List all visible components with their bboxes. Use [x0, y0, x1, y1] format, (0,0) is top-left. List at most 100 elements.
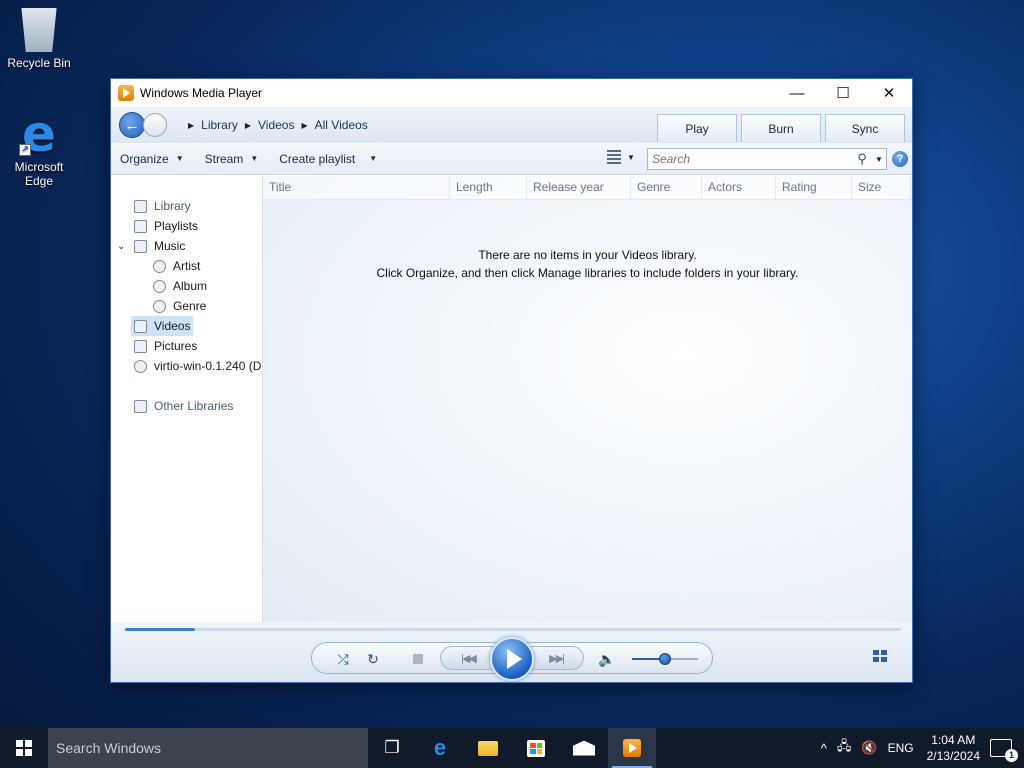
navigation-bar: ← ▶ Library ▶ Videos ▶ All Videos Play B…: [111, 107, 912, 143]
play-button[interactable]: [490, 637, 534, 681]
sidebar-item-label: virtio-win-0.1.240 (D: [154, 359, 262, 373]
create-playlist-menu[interactable]: Create playlist ▼: [279, 152, 377, 166]
tab-sync[interactable]: Sync: [825, 114, 905, 142]
breadcrumb-separator-icon: ▶: [188, 120, 195, 130]
next-button[interactable]: ▶▶|: [528, 646, 584, 670]
column-rating[interactable]: Rating: [776, 176, 852, 199]
stream-menu[interactable]: Stream ▼: [205, 152, 259, 166]
genre-icon: [153, 299, 166, 313]
volume-slider-thumb[interactable]: [659, 653, 671, 665]
store-icon: [527, 739, 545, 757]
sidebar-item-label: Pictures: [154, 339, 198, 353]
dropdown-arrow-icon: ▼: [250, 154, 259, 163]
back-arrow-icon: ←: [124, 116, 140, 134]
show-hidden-icons-chevron-icon[interactable]: ^: [821, 741, 827, 756]
desktop-icon-edge[interactable]: e ↗ Microsoft Edge: [1, 109, 77, 188]
forward-button[interactable]: [143, 113, 167, 137]
maximize-button[interactable]: ☐: [820, 79, 866, 107]
desktop-icon-recycle-bin[interactable]: Recycle Bin: [1, 8, 77, 70]
breadcrumb-all-videos[interactable]: All Videos: [315, 118, 368, 132]
network-icon[interactable]: 🖧: [837, 737, 852, 759]
title-bar[interactable]: Windows Media Player — ☐ ✕: [111, 79, 912, 107]
system-tray: ^ 🖧 🔇 ENG 1:04 AM 2/13/2024 1: [816, 728, 1024, 768]
sidebar-item-label: Genre: [173, 299, 207, 313]
column-title[interactable]: Title: [263, 176, 450, 199]
taskbar-search-box[interactable]: Search Windows: [48, 728, 368, 768]
windows-logo-icon: [16, 740, 32, 756]
language-indicator[interactable]: ENG: [888, 741, 914, 755]
view-options-icon: [607, 150, 621, 164]
music-note-icon: [134, 239, 147, 253]
start-button[interactable]: [0, 728, 48, 768]
dropdown-arrow-icon: ▼: [175, 154, 184, 163]
clock[interactable]: 1:04 AM 2/13/2024: [927, 732, 980, 764]
volume-muted-icon[interactable]: 🔇: [861, 740, 877, 756]
column-release-year[interactable]: Release year: [527, 176, 631, 199]
action-center-button[interactable]: 1: [990, 739, 1018, 762]
sidebar-item-album[interactable]: Album: [111, 276, 262, 296]
organize-menu[interactable]: Organize ▼: [120, 152, 184, 166]
top-tabs: Play Burn Sync: [657, 114, 905, 142]
notification-count-badge: 1: [1005, 749, 1018, 762]
breadcrumb-videos[interactable]: Videos: [258, 118, 294, 132]
tab-play[interactable]: Play: [657, 114, 737, 142]
back-button[interactable]: ←: [119, 112, 145, 138]
close-button[interactable]: ✕: [866, 79, 912, 107]
sidebar-item-library[interactable]: Library: [111, 196, 262, 216]
taskbar: Search Windows ❐ e ^ 🖧 🔇 ENG 1:04 AM 2/1…: [0, 728, 1024, 768]
minimize-button[interactable]: —: [774, 79, 820, 107]
breadcrumb-library[interactable]: Library: [201, 118, 238, 132]
column-size[interactable]: Size: [852, 176, 911, 199]
dropdown-arrow-icon: ▼: [627, 152, 635, 162]
folder-icon: [478, 740, 498, 756]
shortcut-arrow-icon: ↗: [19, 144, 31, 156]
switch-view-icon: [873, 650, 879, 655]
sidebar-item-playlists[interactable]: Playlists: [111, 216, 262, 236]
dropdown-arrow-icon: ▼: [369, 154, 378, 163]
playback-controls-bar: ⤮ ↻ |◀◀ ▶▶| 🔈: [111, 622, 912, 682]
stop-button[interactable]: [407, 648, 429, 670]
previous-icon: |◀◀: [461, 652, 477, 665]
column-length[interactable]: Length: [450, 176, 527, 199]
search-icon[interactable]: ⚲: [852, 151, 872, 167]
task-view-icon: ❐: [384, 738, 400, 757]
column-headers: Title Length Release year Genre Actors R…: [263, 176, 912, 200]
sidebar-item-label: Music: [154, 239, 186, 253]
sidebar-item-pictures[interactable]: Pictures: [111, 336, 262, 356]
sidebar-item-artist[interactable]: Artist: [111, 256, 262, 276]
view-options-button[interactable]: ▼: [607, 150, 635, 164]
taskbar-store-button[interactable]: [512, 728, 560, 768]
search-input[interactable]: [648, 149, 852, 169]
column-actors[interactable]: Actors: [702, 176, 776, 199]
switch-to-now-playing-button[interactable]: [873, 650, 891, 666]
volume-icon[interactable]: 🔈: [596, 648, 618, 670]
sidebar-item-genre[interactable]: Genre: [111, 296, 262, 316]
sidebar-item-videos[interactable]: Videos: [131, 316, 193, 336]
tab-burn[interactable]: Burn: [741, 114, 821, 142]
taskbar-edge-button[interactable]: e: [416, 728, 464, 768]
task-view-button[interactable]: ❐: [368, 728, 416, 768]
repeat-icon[interactable]: ↻: [362, 648, 384, 670]
shuffle-icon[interactable]: ⤮: [332, 648, 354, 670]
taskbar-wmp-button[interactable]: [608, 728, 656, 768]
taskbar-file-explorer-button[interactable]: [464, 728, 512, 768]
sidebar-item-label: Library: [154, 199, 191, 213]
content-area: Library Playlists ⌄ Music Artist Album G…: [111, 176, 912, 622]
recycle-bin-icon: [21, 8, 57, 52]
taskbar-mail-button[interactable]: [560, 728, 608, 768]
mail-icon: [573, 740, 595, 756]
help-icon[interactable]: ?: [892, 151, 908, 167]
toolbar: Organize ▼ Stream ▼ Create playlist ▼ ▼ …: [111, 143, 912, 175]
previous-button[interactable]: |◀◀: [440, 646, 496, 670]
search-dropdown-icon[interactable]: ▼: [872, 155, 886, 164]
collapse-chevron-icon[interactable]: ⌄: [117, 241, 125, 252]
column-genre[interactable]: Genre: [631, 176, 702, 199]
disc-icon: [134, 359, 147, 373]
breadcrumb-separator-icon: ▶: [301, 120, 308, 130]
seek-bar[interactable]: [125, 628, 901, 631]
desktop-icon-label: Recycle Bin: [7, 56, 71, 70]
sidebar-item-other-libraries[interactable]: Other Libraries: [111, 396, 262, 416]
other-libraries-icon: [134, 399, 147, 413]
sidebar-item-music[interactable]: ⌄ Music: [111, 236, 262, 256]
sidebar-item-virtio-disc[interactable]: virtio-win-0.1.240 (D: [111, 356, 262, 376]
